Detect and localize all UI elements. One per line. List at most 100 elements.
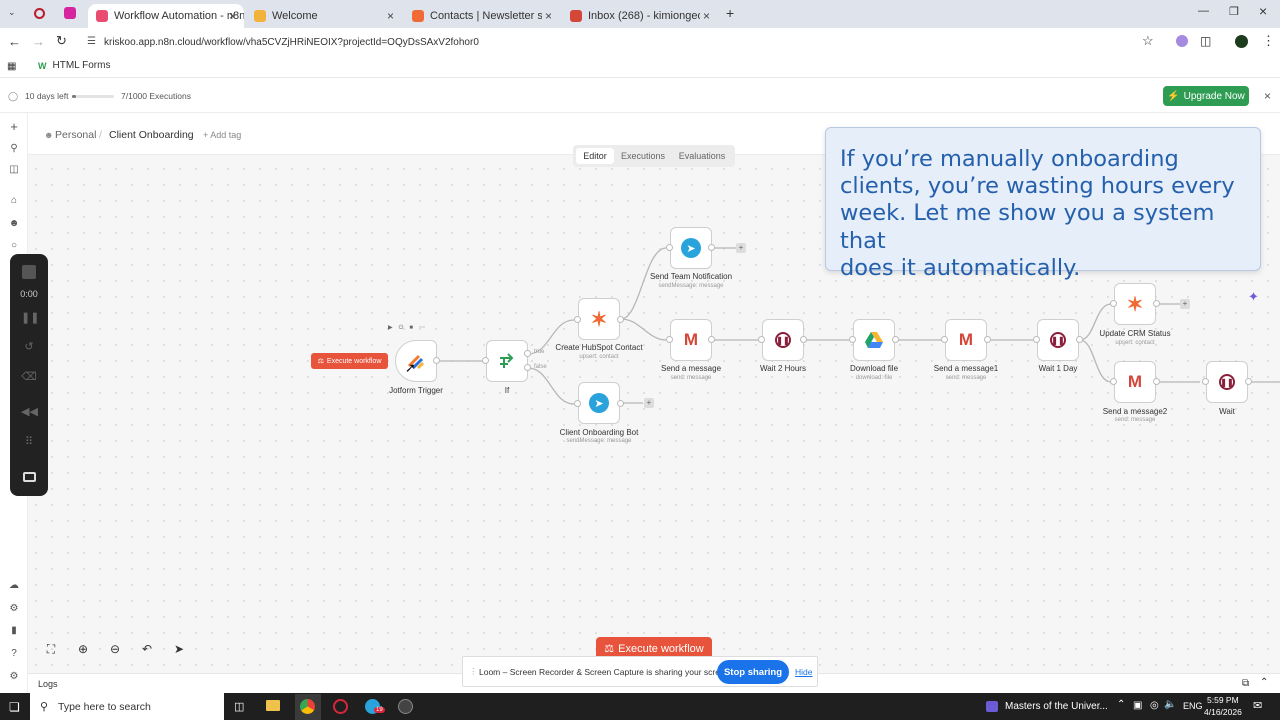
input-port[interactable]	[574, 316, 581, 323]
input-port[interactable]	[482, 357, 489, 364]
input-port[interactable]	[1202, 378, 1209, 385]
breadcrumb-project[interactable]: Personal	[55, 129, 96, 141]
node-label: Send Team Notification	[649, 272, 733, 281]
tidy-up-icon[interactable]: ➤	[168, 638, 190, 660]
node-send-a-message1[interactable]: M	[945, 319, 987, 361]
ai-assistant-icon[interactable]: ✦	[1248, 289, 1259, 305]
output-port[interactable]	[984, 336, 991, 343]
add-tag[interactable]: + Add tag	[203, 130, 241, 140]
input-port[interactable]	[666, 244, 673, 251]
node-toolbar[interactable]: ▶⏻■⋯	[388, 324, 431, 332]
stop-sharing-button[interactable]: Stop sharing	[717, 660, 789, 684]
input-port[interactable]	[1110, 300, 1117, 307]
node-client-onboarding-bot[interactable]: ➤	[578, 382, 620, 424]
camera-icon[interactable]	[23, 472, 36, 482]
node-send-a-message2[interactable]: M	[1114, 361, 1156, 403]
add-node-button[interactable]: +	[736, 243, 746, 253]
node-wait-2-hours[interactable]: ❚❚	[762, 319, 804, 361]
trash-icon[interactable]: ⌫	[21, 370, 37, 384]
caption-line: If you’re manually onboarding	[840, 146, 1179, 172]
tab-editor[interactable]: Editor	[576, 148, 614, 164]
drag-handle-icon[interactable]: ⋮	[469, 666, 478, 677]
output-port[interactable]	[1153, 300, 1160, 307]
undo-icon[interactable]: ↶	[136, 638, 158, 660]
taskbar-search[interactable]: ⚲ Type here to search	[30, 693, 224, 720]
node-create-hubspot-contact[interactable]: ✶	[578, 298, 620, 340]
tab-evaluations[interactable]: Evaluations	[673, 148, 731, 164]
output-port[interactable]	[433, 357, 440, 364]
network-icon[interactable]: ◎	[1150, 700, 1159, 711]
input-port[interactable]	[941, 336, 948, 343]
node-subtitle: sendMessage: message	[566, 438, 632, 444]
caption-line: week. Let me show you a system that	[840, 200, 1215, 254]
false-port[interactable]	[524, 364, 531, 371]
fit-view-icon[interactable]: ⛶	[40, 638, 62, 660]
input-port[interactable]	[849, 336, 856, 343]
pause-icon[interactable]: ❚❚	[21, 311, 39, 325]
node-subtitle: send: message	[670, 375, 712, 381]
google-drive-icon	[865, 332, 883, 348]
display-icon[interactable]: ▣	[1133, 700, 1142, 711]
rewind-icon[interactable]: ◀◀	[21, 405, 38, 419]
node-send-team-notification[interactable]: ➤	[670, 227, 712, 269]
app-icon[interactable]	[398, 699, 413, 714]
input-port[interactable]	[574, 400, 581, 407]
true-port[interactable]	[524, 350, 531, 357]
draw-icon[interactable]: ⠿	[21, 435, 37, 449]
output-port[interactable]	[1245, 378, 1252, 385]
node-subtitle: download: file	[855, 375, 893, 381]
notifications-icon[interactable]: ✉	[1253, 699, 1262, 712]
node-update-crm-status[interactable]: ✶	[1114, 283, 1156, 325]
add-node-button[interactable]: +	[1180, 299, 1190, 309]
media-app-icon[interactable]	[986, 701, 998, 712]
restart-icon[interactable]: ↺	[21, 340, 37, 354]
input-port[interactable]	[666, 336, 673, 343]
gmail-icon: M	[683, 330, 699, 349]
output-port[interactable]	[708, 336, 715, 343]
node-download-file[interactable]	[853, 319, 895, 361]
task-view-icon[interactable]: ◫	[234, 700, 244, 713]
input-port[interactable]	[1110, 378, 1117, 385]
node-if[interactable]	[486, 340, 528, 382]
zoom-in-icon[interactable]: ⊕	[72, 638, 94, 660]
output-port[interactable]	[800, 336, 807, 343]
chrome-icon[interactable]	[300, 699, 315, 714]
workflow-name[interactable]: Client Onboarding	[109, 129, 194, 141]
file-explorer-icon[interactable]	[266, 700, 280, 711]
execute-workflow-small-button[interactable]: ⚖ Execute workflow	[311, 353, 388, 369]
language-indicator[interactable]: ENG	[1183, 701, 1203, 711]
windows-start-icon[interactable]: ❏	[9, 700, 20, 714]
output-port[interactable]	[1153, 378, 1160, 385]
hide-link[interactable]: Hide	[795, 667, 812, 677]
popout-icon[interactable]: ⧉	[1242, 678, 1249, 689]
clock-time[interactable]: 5:59 PM	[1207, 695, 1239, 705]
output-port[interactable]	[708, 244, 715, 251]
output-port[interactable]	[617, 400, 624, 407]
stop-icon[interactable]	[22, 265, 36, 279]
media-title[interactable]: Masters of the Univer...	[1005, 701, 1108, 712]
output-port[interactable]	[617, 316, 624, 323]
node-subtitle: sendMessage: message	[658, 283, 724, 289]
tab-executions[interactable]: Executions	[616, 148, 670, 164]
clock-date[interactable]: 4/16/2026	[1204, 707, 1242, 717]
volume-icon[interactable]: 🔈	[1164, 699, 1176, 710]
chevron-up-icon[interactable]: ⌃	[1260, 677, 1268, 688]
node-jotform-trigger[interactable]	[395, 340, 437, 382]
flask-icon: ⚖	[317, 358, 324, 365]
output-port[interactable]	[892, 336, 899, 343]
input-port[interactable]	[758, 336, 765, 343]
input-port[interactable]	[1033, 336, 1040, 343]
opera-icon[interactable]	[333, 699, 348, 714]
chevron-up-icon[interactable]: ⌃	[1117, 699, 1125, 710]
add-node-button[interactable]: +	[644, 398, 654, 408]
output-port[interactable]	[1076, 336, 1083, 343]
true-label: true	[534, 349, 545, 355]
node-label: Download file	[849, 364, 899, 373]
node-label: Send a message1	[933, 364, 999, 373]
breadcrumb-separator: /	[99, 129, 102, 141]
zoom-out-icon[interactable]: ⊖	[104, 638, 126, 660]
node-wait-1-day[interactable]: ❚❚	[1037, 319, 1079, 361]
notification-badge: 19	[374, 707, 385, 713]
node-wait[interactable]: ❚❚	[1206, 361, 1248, 403]
node-send-a-message[interactable]: M	[670, 319, 712, 361]
